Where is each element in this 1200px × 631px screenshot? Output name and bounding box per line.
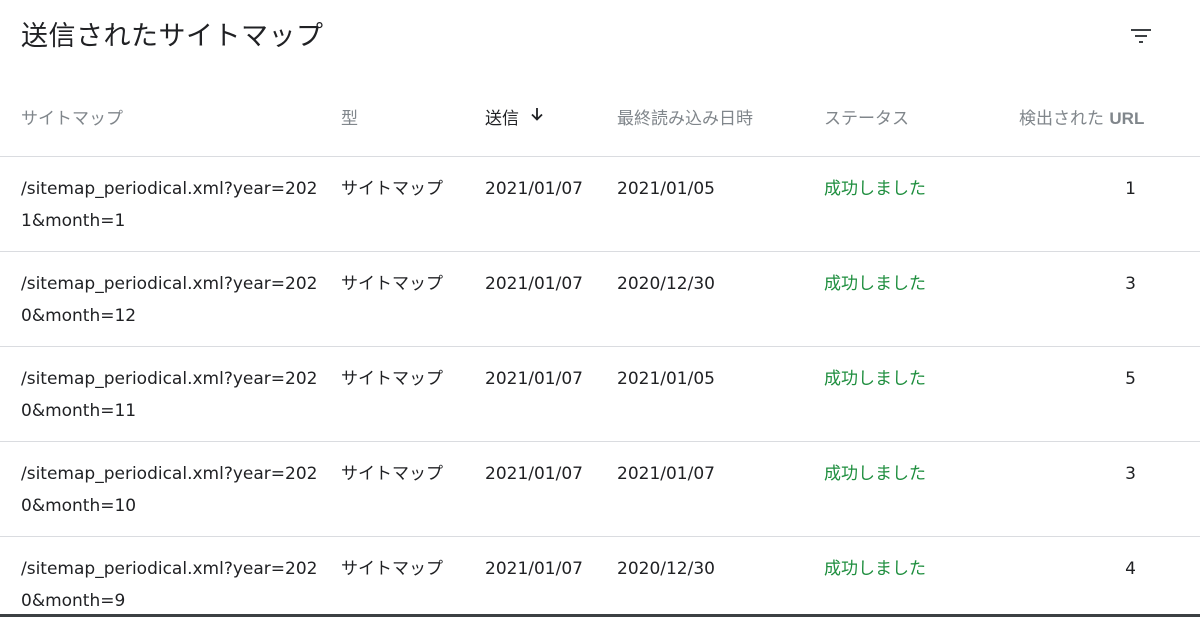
filter-button[interactable] (1121, 20, 1161, 56)
sitemap-path: /sitemap_periodical.xml?year=2020&month=… (21, 369, 318, 421)
column-header-status[interactable]: ステータス (824, 107, 909, 131)
found-url-count: 3 (1125, 464, 1136, 484)
sitemap-type: サイトマップ (341, 369, 443, 389)
column-header-sitemap[interactable]: サイトマップ (21, 107, 123, 131)
status-success: 成功しました (824, 179, 926, 199)
table-row[interactable]: /sitemap_periodical.xml?year=2020&month=… (0, 252, 1200, 347)
last-read-date: 2021/01/05 (617, 369, 715, 389)
sent-date: 2021/01/07 (485, 179, 583, 199)
status-success: 成功しました (824, 464, 926, 484)
column-header-last-read[interactable]: 最終読み込み日時 (617, 107, 753, 131)
column-header-found-urls-suffix: URL (1109, 109, 1145, 128)
last-read-date: 2021/01/05 (617, 179, 715, 199)
page-title: 送信されたサイトマップ (21, 21, 324, 52)
sitemap-table-body: /sitemap_periodical.xml?year=2021&month=… (0, 157, 1200, 631)
sent-date: 2021/01/07 (485, 274, 583, 294)
column-header-sent[interactable]: 送信 (485, 107, 545, 131)
status-success: 成功しました (824, 274, 926, 294)
found-url-count: 3 (1125, 274, 1136, 294)
found-url-count: 1 (1125, 179, 1136, 199)
table-row[interactable]: /sitemap_periodical.xml?year=2020&month=… (0, 442, 1200, 537)
sitemap-path: /sitemap_periodical.xml?year=2020&month=… (21, 559, 318, 611)
filter-list-icon (1129, 24, 1153, 52)
sitemap-path: /sitemap_periodical.xml?year=2021&month=… (21, 179, 318, 231)
sitemap-type: サイトマップ (341, 274, 443, 294)
table-header: サイトマップ 型 送信 最終読み込み日時 ステータス 検出された URL (0, 80, 1200, 157)
card-header: 送信されたサイトマップ (0, 0, 1200, 80)
sitemap-type: サイトマップ (341, 179, 443, 199)
sitemap-type: サイトマップ (341, 464, 443, 484)
column-header-found-urls-prefix: 検出された (1019, 109, 1104, 129)
sent-date: 2021/01/07 (485, 464, 583, 484)
last-read-date: 2020/12/30 (617, 274, 715, 294)
status-success: 成功しました (824, 369, 926, 389)
sent-date: 2021/01/07 (485, 369, 583, 389)
sent-date: 2021/01/07 (485, 559, 583, 579)
status-success: 成功しました (824, 559, 926, 579)
sitemap-type: サイトマップ (341, 559, 443, 579)
column-header-type[interactable]: 型 (341, 107, 358, 131)
column-header-found-urls[interactable]: 検出された URL (1019, 107, 1144, 131)
found-url-count: 5 (1125, 369, 1136, 389)
table-row[interactable]: /sitemap_periodical.xml?year=2020&month=… (0, 347, 1200, 442)
column-header-sent-label: 送信 (485, 109, 519, 129)
arrow-down-icon (529, 105, 545, 129)
sitemap-path: /sitemap_periodical.xml?year=2020&month=… (21, 464, 318, 516)
last-read-date: 2021/01/07 (617, 464, 715, 484)
sitemap-path: /sitemap_periodical.xml?year=2020&month=… (21, 274, 318, 326)
last-read-date: 2020/12/30 (617, 559, 715, 579)
table-row[interactable]: /sitemap_periodical.xml?year=2021&month=… (0, 157, 1200, 252)
found-url-count: 4 (1125, 559, 1136, 579)
